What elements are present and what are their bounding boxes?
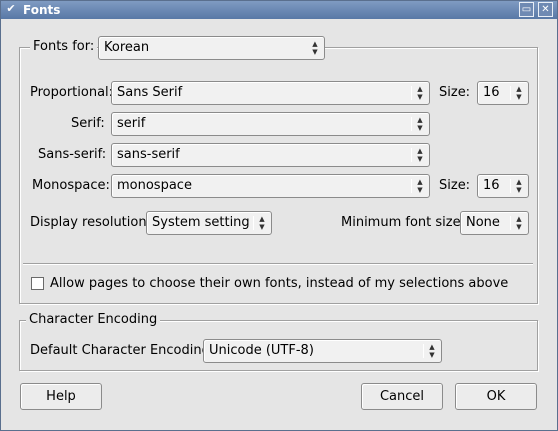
allow-pages-label[interactable]: Allow pages to choose their own fonts, i… — [50, 276, 508, 291]
display-resolution-select[interactable]: System setting ▲ ▼ — [146, 211, 272, 235]
spin-arrows-icon: ▲ ▼ — [417, 147, 423, 163]
proportional-label: Proportional: — [30, 85, 114, 100]
spin-arrows-icon: ▲ ▼ — [516, 178, 522, 194]
sans-serif-value: sans-serif — [117, 147, 180, 162]
monospace-size-label: Size: — [439, 178, 471, 193]
monospace-size-value: 16 — [483, 178, 500, 193]
minimum-font-size-value: None — [466, 215, 500, 230]
spin-arrows-icon: ▲ ▼ — [417, 178, 423, 194]
proportional-size-label: Size: — [439, 85, 471, 100]
serif-value: serif — [117, 116, 146, 131]
sans-serif-select[interactable]: sans-serif ▲ ▼ — [111, 143, 430, 167]
default-encoding-label: Default Character Encoding: — [30, 343, 215, 358]
display-resolution-value: System setting — [152, 215, 250, 230]
monospace-label: Monospace: — [32, 178, 110, 193]
window-menu-icon[interactable]: ✔ — [4, 2, 18, 16]
spin-arrows-icon: ▲ ▼ — [516, 85, 522, 101]
help-button[interactable]: Help — [20, 383, 102, 410]
spin-arrows-icon: ▲ ▼ — [417, 85, 423, 101]
spin-arrows-icon: ▲ ▼ — [312, 40, 318, 56]
monospace-value: monospace — [117, 178, 192, 193]
spin-arrows-icon: ▲ ▼ — [259, 215, 265, 231]
fonts-dialog: ✔ Fonts ▭ ✕ Fonts for: Korean ▲ ▼ Proport… — [0, 0, 558, 431]
serif-label: Serif: — [71, 116, 105, 131]
allow-pages-checkbox[interactable] — [31, 277, 44, 290]
close-button[interactable]: ✕ — [538, 2, 553, 17]
spin-arrows-icon: ▲ ▼ — [417, 116, 423, 132]
title-bar[interactable]: ✔ Fonts ▭ ✕ — [1, 1, 557, 19]
proportional-size-select[interactable]: 16 ▲ ▼ — [477, 81, 529, 105]
proportional-size-value: 16 — [483, 85, 500, 100]
divider — [23, 263, 533, 265]
close-icon: ✕ — [541, 4, 550, 15]
encoding-group-legend: Character Encoding — [26, 312, 161, 327]
default-encoding-value: Unicode (UTF-8) — [209, 343, 314, 358]
fonts-for-select[interactable]: Korean ▲ ▼ — [98, 36, 325, 60]
fonts-for-value: Korean — [104, 40, 150, 55]
display-resolution-label: Display resolution: — [30, 215, 151, 230]
proportional-select[interactable]: Sans Serif ▲ ▼ — [111, 81, 430, 105]
spin-arrows-icon: ▲ ▼ — [429, 343, 435, 359]
minimize-icon: ▭ — [521, 4, 532, 15]
minimum-font-size-label: Minimum font size: — [341, 215, 465, 230]
spin-arrows-icon: ▲ ▼ — [516, 215, 522, 231]
monospace-size-select[interactable]: 16 ▲ ▼ — [477, 174, 529, 198]
window-title: Fonts — [23, 3, 61, 17]
proportional-value: Sans Serif — [117, 85, 183, 100]
monospace-select[interactable]: monospace ▲ ▼ — [111, 174, 430, 198]
default-encoding-select[interactable]: Unicode (UTF-8) ▲ ▼ — [203, 339, 442, 363]
minimize-button[interactable]: ▭ — [519, 2, 534, 17]
cancel-button[interactable]: Cancel — [361, 383, 443, 410]
serif-select[interactable]: serif ▲ ▼ — [111, 112, 430, 136]
fonts-for-label: Fonts for: — [30, 39, 98, 54]
sans-serif-label: Sans-serif: — [38, 147, 107, 162]
minimum-font-size-select[interactable]: None ▲ ▼ — [460, 211, 529, 235]
ok-button[interactable]: OK — [455, 383, 537, 410]
